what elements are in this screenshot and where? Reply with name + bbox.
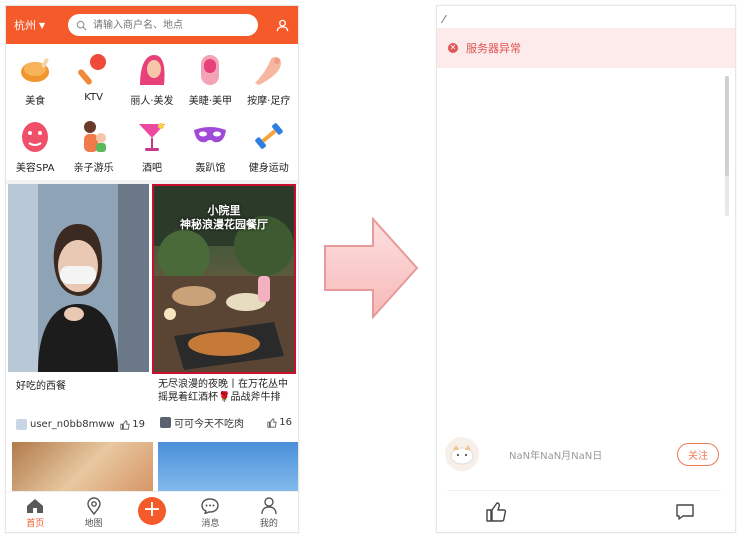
scrollbar[interactable] (725, 76, 729, 216)
search-icon (76, 20, 87, 31)
category-label: 酒吧 (141, 163, 162, 174)
tab-profile[interactable]: 我的 (240, 496, 298, 529)
like-number: 19 (132, 419, 145, 430)
back-icon[interactable]: ⁄ (443, 13, 445, 26)
cat-avatar-icon (450, 445, 474, 465)
hair-icon (133, 50, 171, 88)
feed-card[interactable]: 好吃的西餐 user_n0bb8mww 19 (8, 184, 149, 436)
category-ktv[interactable]: KTV (64, 50, 122, 107)
author-row: NaN年NaN月NaN日 关注 (445, 434, 729, 474)
cocktail-icon (133, 117, 171, 155)
category-label: 美食 (25, 96, 46, 107)
category-fitness[interactable]: 健身运动 (240, 117, 298, 174)
profile-button[interactable] (272, 15, 292, 35)
avatar (16, 419, 27, 430)
error-icon: ✕ (448, 43, 458, 53)
top-bar: 杭州 ▼ (6, 6, 298, 44)
feed-title: 好吃的西餐 (16, 381, 66, 392)
scrollbar-thumb[interactable] (725, 76, 729, 176)
user-icon (276, 19, 288, 31)
category-massage[interactable]: 按摩·足疗 (240, 50, 298, 107)
tab-label: 我的 (259, 518, 278, 529)
author-name: user_n0bb8mww (30, 419, 115, 430)
category-spa[interactable]: 美容SPA (6, 117, 64, 174)
tab-label: 首页 (26, 518, 45, 529)
bottom-action-bar (437, 496, 735, 532)
feed-meta: user_n0bb8mww 19 (16, 419, 145, 430)
author-name: 可可今天不吃肉 (174, 419, 244, 430)
thumbs-up-icon (120, 419, 130, 430)
left-phone-screen: 杭州 ▼ 美食 KTV 丽人·美发 美睫·美甲 按摩·足疗 (5, 5, 299, 533)
category-bar[interactable]: 酒吧 (123, 117, 181, 174)
thumbs-up-icon (267, 417, 277, 428)
feed-meta: 可可今天不吃肉 16 (160, 415, 292, 430)
tab-map[interactable]: 地图 (64, 496, 122, 529)
family-icon (75, 117, 113, 155)
search-box[interactable] (68, 14, 258, 36)
category-label: 美睫·美甲 (188, 96, 232, 107)
avatar[interactable] (445, 437, 479, 471)
feed-author: 可可今天不吃肉 (160, 415, 267, 430)
comment-button[interactable] (675, 503, 695, 525)
spa-icon (16, 117, 54, 155)
tab-label: 地图 (84, 518, 103, 529)
tab-label: 消息 (201, 518, 220, 529)
error-banner: ✕ 服务器异常 (437, 28, 735, 68)
category-label: 轰趴馆 (195, 163, 226, 174)
category-nail[interactable]: 美睫·美甲 (181, 50, 239, 107)
category-label: 美容SPA (15, 163, 55, 174)
category-label: KTV (84, 92, 103, 103)
category-hair[interactable]: 丽人·美发 (123, 50, 181, 107)
avatar (160, 417, 171, 428)
add-icon: + (138, 497, 167, 525)
category-label: 亲子游乐 (73, 163, 114, 174)
city-selector[interactable]: 杭州 ▼ (14, 17, 58, 33)
category-label: 丽人·美发 (130, 96, 174, 107)
map-pin-icon (86, 496, 102, 516)
error-message: 服务器异常 (466, 42, 521, 55)
divider (447, 490, 721, 491)
category-label: 按摩·足疗 (247, 96, 291, 107)
post-date: NaN年NaN月NaN日 (509, 450, 603, 462)
comment-icon (676, 504, 694, 520)
message-icon (201, 496, 220, 516)
thumbs-up-icon (486, 502, 507, 522)
like-number: 16 (279, 417, 292, 428)
feed-author: user_n0bb8mww (16, 419, 120, 430)
category-family[interactable]: 亲子游乐 (64, 117, 122, 174)
category-party[interactable]: 轰趴馆 (181, 117, 239, 174)
follow-button[interactable]: 关注 (677, 442, 719, 466)
user-icon (261, 496, 277, 516)
feed-photo (8, 184, 149, 372)
photo-caption-line2: 神秘浪漫花园餐厅 (180, 218, 268, 231)
feed-title: 无尽浪漫的夜晚丨在万花丛中摇晃着红酒杯🌹品战斧牛排 (158, 379, 288, 403)
tab-home[interactable]: 首页 (6, 496, 64, 529)
massage-icon (250, 50, 288, 88)
nail-icon (191, 50, 229, 88)
category-food[interactable]: 美食 (6, 50, 64, 107)
chevron-down-icon: ▼ (39, 20, 46, 30)
category-label: 健身运动 (248, 163, 289, 174)
like-button[interactable] (485, 501, 507, 527)
like-count[interactable]: 19 (120, 419, 145, 430)
tab-add[interactable]: + (123, 497, 181, 525)
city-label: 杭州 (14, 19, 36, 32)
food-icon (16, 50, 54, 88)
dumbbell-icon (250, 117, 288, 155)
feed-card-selected[interactable]: 小院里 神秘浪漫花园餐厅 无尽浪漫的夜晚丨在万花丛中摇晃着红酒杯🌹品战斧牛排 可… (152, 184, 296, 436)
home-icon (26, 496, 44, 516)
feed-photo: 小院里 神秘浪漫花园餐厅 (152, 184, 296, 374)
search-input[interactable] (91, 18, 245, 32)
microphone-icon (75, 50, 113, 88)
tab-messages[interactable]: 消息 (181, 496, 239, 529)
right-phone-screen: ⁄ ✕ 服务器异常 NaN年NaN月NaN日 关注 (436, 5, 736, 533)
bottom-tab-bar: 首页 地图 + 消息 我的 (6, 491, 298, 532)
transition-arrow (323, 216, 419, 320)
category-grid: 美食 KTV 丽人·美发 美睫·美甲 按摩·足疗 美容SPA 亲子游乐 酒吧 轰… (6, 50, 298, 174)
mask-icon (191, 117, 229, 155)
like-count[interactable]: 16 (267, 417, 292, 428)
